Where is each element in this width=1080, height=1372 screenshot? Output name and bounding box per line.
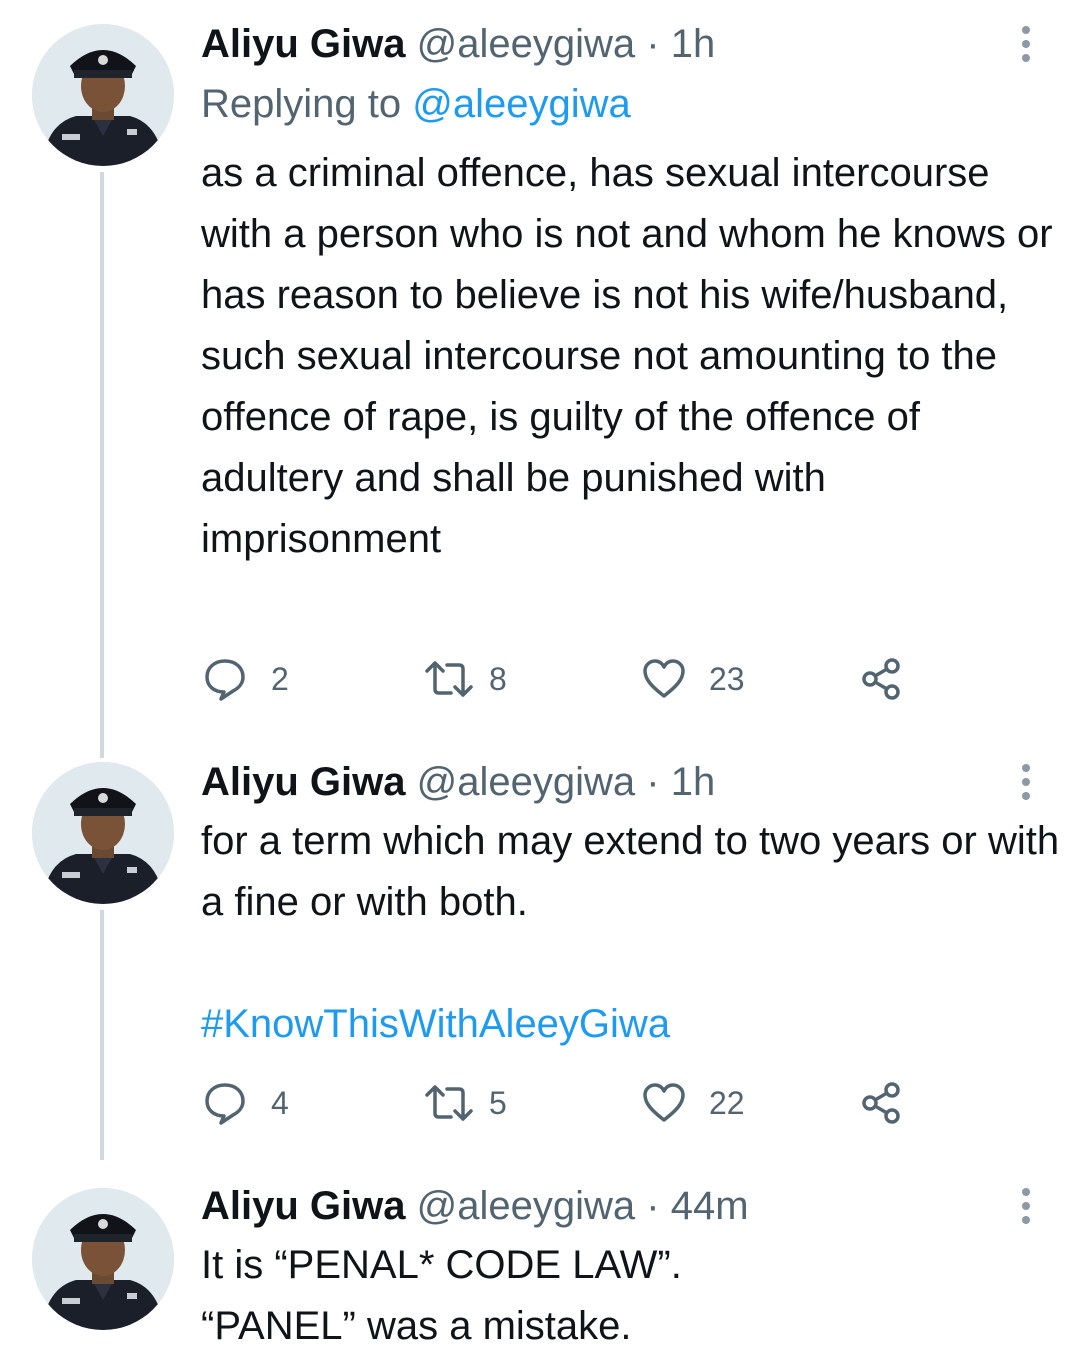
tweet-text: as a criminal offence, has sexual interc… bbox=[201, 143, 1061, 570]
more-options-button[interactable] bbox=[1012, 760, 1040, 804]
more-options-button[interactable] bbox=[1012, 22, 1040, 66]
avatar[interactable] bbox=[32, 24, 174, 166]
more-vertical-icon bbox=[1022, 1188, 1030, 1196]
heart-icon bbox=[643, 659, 685, 698]
tweet-text: It is “PENAL* CODE LAW”. “PANEL” was a m… bbox=[201, 1235, 1061, 1357]
separator: · bbox=[646, 1184, 660, 1228]
heart-icon bbox=[643, 1083, 685, 1122]
tweet-actions: 4 5 22 bbox=[201, 1078, 921, 1128]
tweet-body: as a criminal offence, has sexual interc… bbox=[201, 151, 1053, 561]
reply-count: 4 bbox=[271, 1084, 289, 1121]
like-count: 23 bbox=[709, 660, 745, 697]
retweet-count: 5 bbox=[489, 1084, 507, 1121]
replying-to-label: Replying to bbox=[201, 82, 413, 126]
reply-button[interactable]: 2 bbox=[201, 654, 289, 704]
hashtag-link[interactable]: #KnowThisWithAleeyGiwa bbox=[201, 994, 1061, 1055]
share-icon bbox=[862, 658, 900, 700]
separator: · bbox=[646, 760, 660, 804]
like-button[interactable]: 22 bbox=[641, 1078, 745, 1128]
more-vertical-icon bbox=[1022, 764, 1030, 772]
retweet-icon bbox=[425, 1085, 473, 1121]
share-button[interactable] bbox=[859, 1078, 905, 1128]
reply-button[interactable]: 4 bbox=[201, 1078, 289, 1128]
timestamp[interactable]: 1h bbox=[671, 760, 716, 804]
like-count: 22 bbox=[709, 1084, 745, 1121]
more-vertical-icon bbox=[1022, 26, 1030, 34]
display-name[interactable]: Aliyu Giwa bbox=[201, 22, 406, 66]
timestamp[interactable]: 44m bbox=[671, 1184, 749, 1228]
user-handle[interactable]: @aleeygiwa bbox=[417, 1184, 636, 1228]
tweet-actions: 2 8 23 bbox=[201, 654, 921, 704]
user-handle[interactable]: @aleeygiwa bbox=[417, 760, 636, 804]
tweet-1[interactable]: Aliyu Giwa @aleeygiwa · 1h Replying to @… bbox=[0, 0, 1080, 758]
retweet-button[interactable]: 8 bbox=[423, 654, 507, 704]
share-button[interactable] bbox=[859, 654, 905, 704]
reply-icon bbox=[205, 659, 245, 701]
tweet-2[interactable]: Aliyu Giwa @aleeygiwa · 1h for a term wh… bbox=[0, 730, 1080, 1160]
separator: · bbox=[646, 22, 660, 66]
tweet-header: Aliyu Giwa @aleeygiwa · 1h bbox=[201, 756, 715, 808]
tweet-text: for a term which may extend to two years… bbox=[201, 811, 1061, 1055]
tweet-header: Aliyu Giwa @aleeygiwa · 44m bbox=[201, 1180, 749, 1232]
avatar[interactable] bbox=[32, 1188, 174, 1330]
thread-line bbox=[100, 172, 104, 758]
share-icon bbox=[862, 1082, 900, 1124]
replying-to: Replying to @aleeygiwa bbox=[201, 78, 631, 130]
more-options-button[interactable] bbox=[1012, 1184, 1040, 1228]
tweet-3[interactable]: Aliyu Giwa @aleeygiwa · 44m It is “PENAL… bbox=[0, 1160, 1080, 1372]
tweet-body-line-1: It is “PENAL* CODE LAW”. bbox=[201, 1243, 682, 1287]
tweet-body-line-2: “PANEL” was a mistake. bbox=[201, 1304, 632, 1348]
reply-count: 2 bbox=[271, 660, 289, 697]
tweet-header: Aliyu Giwa @aleeygiwa · 1h bbox=[201, 18, 715, 70]
avatar[interactable] bbox=[32, 762, 174, 904]
replying-to-mention[interactable]: @aleeygiwa bbox=[412, 82, 631, 126]
display-name[interactable]: Aliyu Giwa bbox=[201, 1184, 406, 1228]
user-handle[interactable]: @aleeygiwa bbox=[417, 22, 636, 66]
tweet-body: for a term which may extend to two years… bbox=[201, 819, 1060, 924]
display-name[interactable]: Aliyu Giwa bbox=[201, 760, 406, 804]
thread-line bbox=[100, 910, 104, 1160]
retweet-icon bbox=[425, 661, 473, 697]
like-button[interactable]: 23 bbox=[641, 654, 745, 704]
retweet-count: 8 bbox=[489, 660, 507, 697]
reply-icon bbox=[205, 1083, 245, 1125]
retweet-button[interactable]: 5 bbox=[423, 1078, 507, 1128]
timestamp[interactable]: 1h bbox=[671, 22, 716, 66]
